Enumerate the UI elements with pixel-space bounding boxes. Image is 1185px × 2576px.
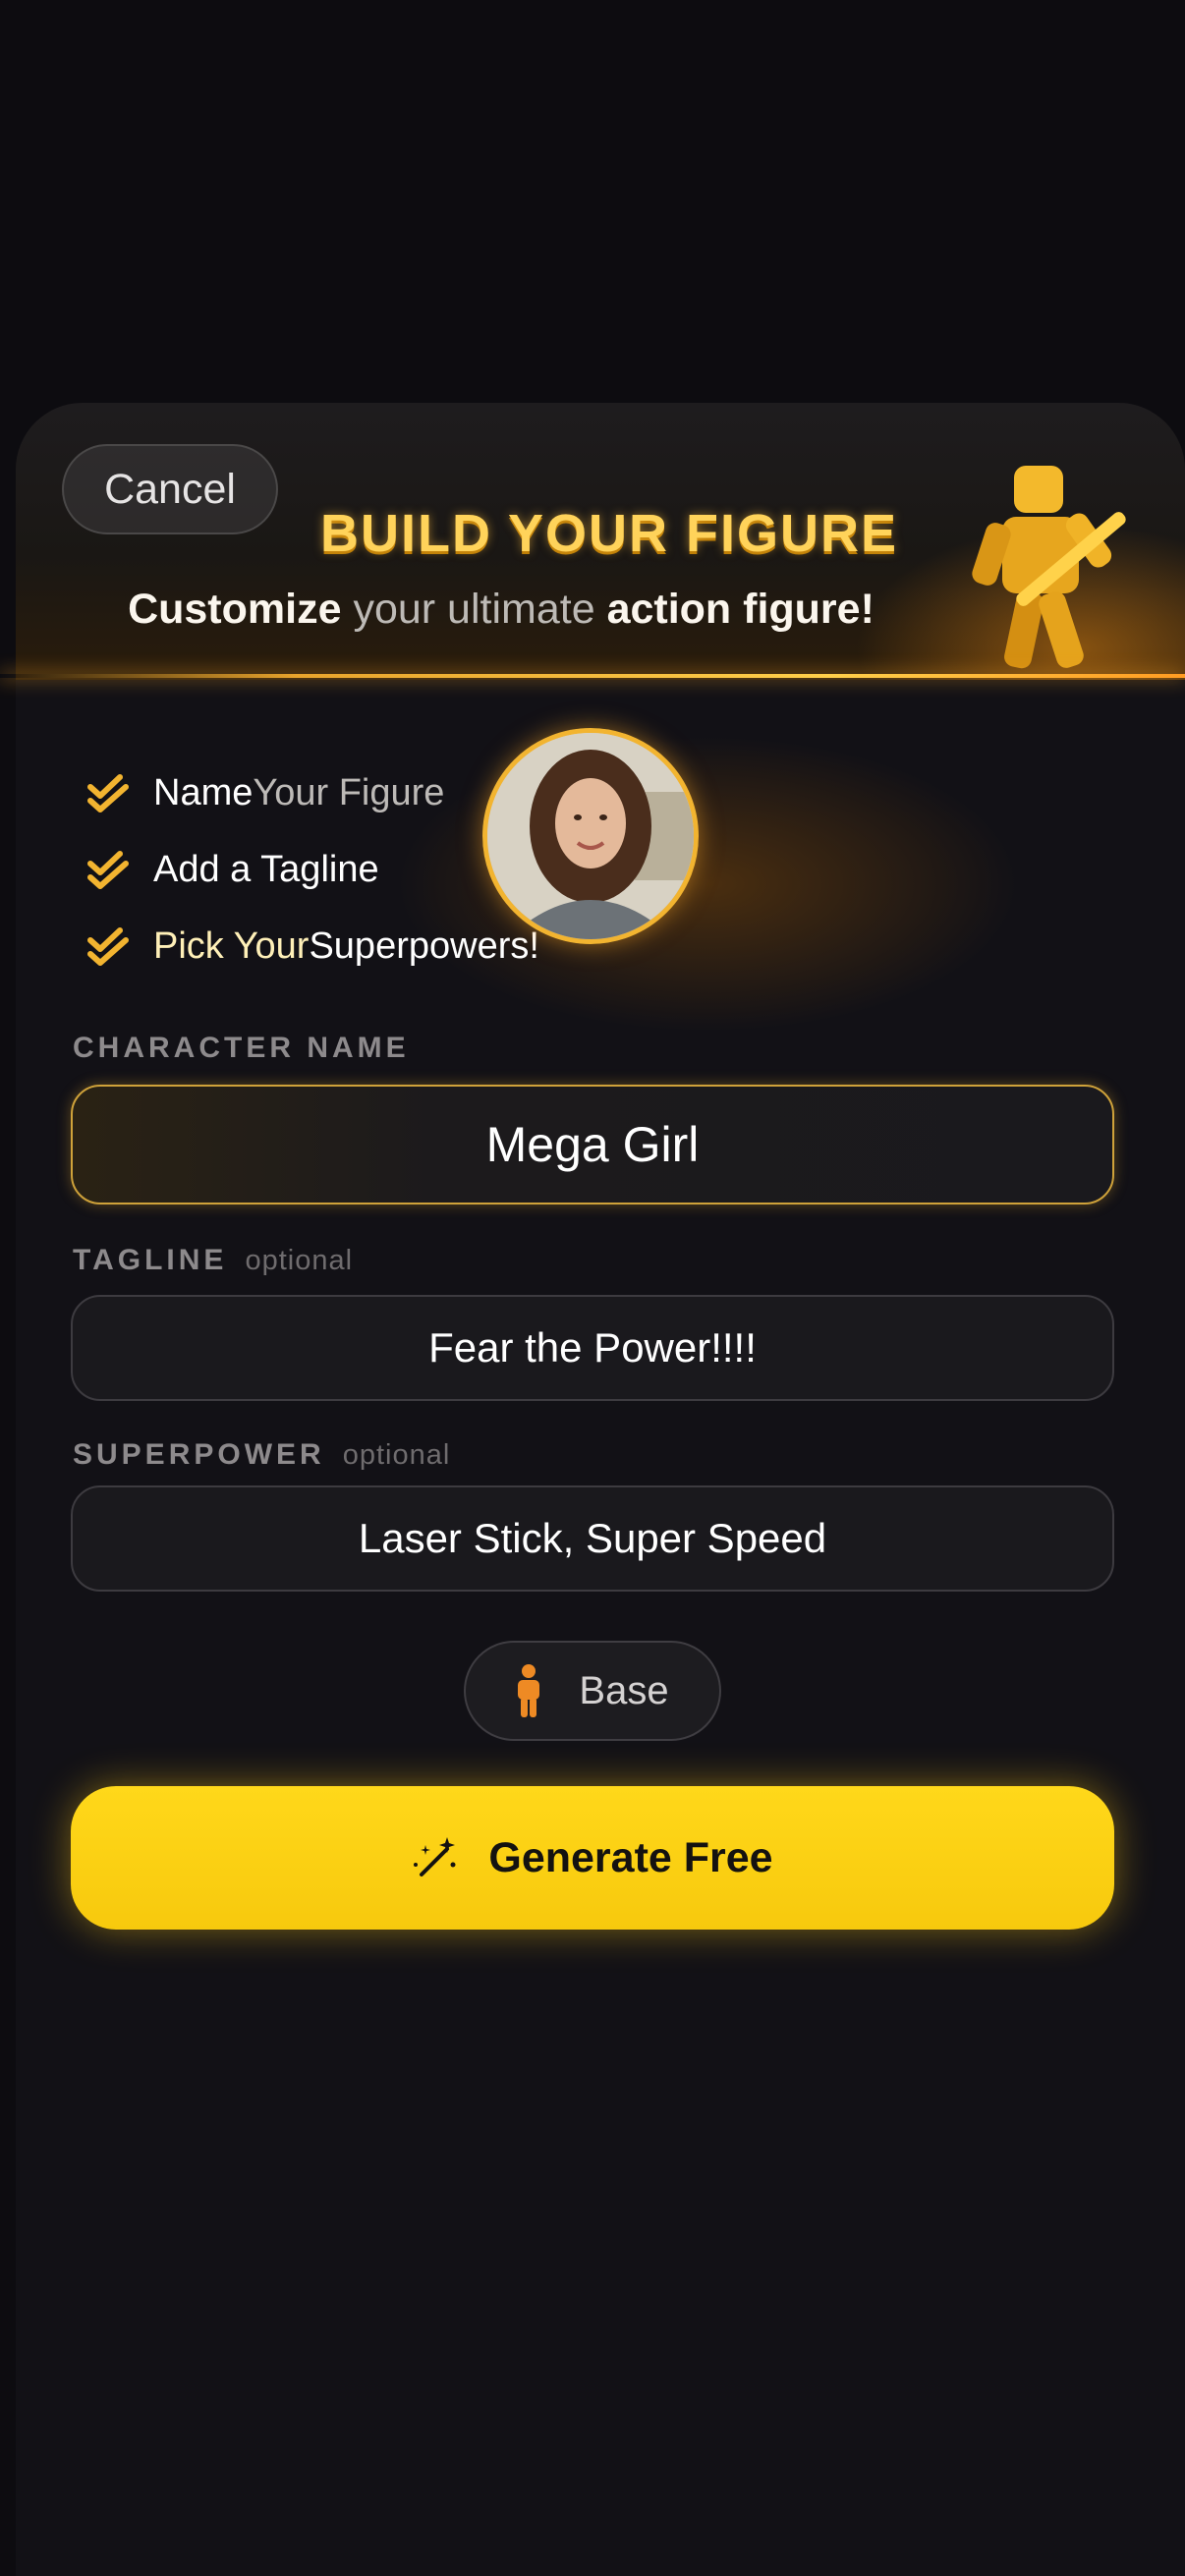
tagline-input[interactable]: Fear the Power!!!!: [71, 1295, 1114, 1401]
checklist-text: Pick Your: [153, 924, 310, 967]
checklist-item-superpowers: Pick Your Superpowers!: [86, 908, 539, 984]
character-name-input[interactable]: Mega Girl: [71, 1085, 1114, 1204]
superpower-label-text: SUPERPOWER: [73, 1438, 325, 1471]
superpower-label: SUPERPOWER optional: [73, 1438, 450, 1472]
subtitle-action-figure: action figure!: [606, 586, 875, 633]
action-figure-icon: [972, 466, 1126, 669]
checklist-item-tagline: Add a Tagline: [86, 831, 539, 908]
tagline-label: TAGLINE optional: [73, 1244, 353, 1277]
page-title: BUILD YOUR FIGURE: [319, 504, 899, 563]
cancel-button[interactable]: Cancel: [62, 444, 278, 534]
generate-free-button[interactable]: Generate Free: [71, 1786, 1114, 1930]
person-photo-icon: [487, 733, 694, 939]
tagline-optional-hint: optional: [245, 1245, 354, 1276]
page-subtitle: Customize your ultimate action figure!: [59, 586, 943, 634]
person-icon: [518, 1664, 540, 1717]
character-name-label: CHARACTER NAME: [73, 1032, 410, 1064]
feature-checklist: Name Your Figure Add a Tagline Pick Your…: [86, 755, 539, 984]
subtitle-customize: Customize: [128, 586, 342, 633]
subtitle-middle: your ultimate: [341, 586, 607, 633]
double-check-icon: [87, 927, 129, 966]
profile-photo[interactable]: [482, 728, 699, 944]
checklist-text: Your Figure: [253, 771, 445, 813]
superpower-optional-hint: optional: [342, 1439, 451, 1471]
double-check-icon: [87, 851, 129, 889]
base-button[interactable]: Base: [464, 1641, 721, 1741]
generate-button-label: Generate Free: [488, 1833, 773, 1881]
magic-wand-icon: [414, 1837, 456, 1876]
checklist-bold: Superpowers!: [309, 924, 539, 967]
superpower-input[interactable]: Laser Stick, Super Speed: [71, 1485, 1114, 1592]
checklist-text: Add a Tagline: [153, 848, 379, 890]
base-button-label: Base: [579, 1668, 669, 1712]
header-divider: [0, 674, 1185, 678]
double-check-icon: [87, 774, 129, 812]
checklist-bold: Name: [153, 771, 254, 813]
checklist-item-name: Name Your Figure: [86, 755, 539, 831]
tagline-label-text: TAGLINE: [73, 1244, 228, 1276]
